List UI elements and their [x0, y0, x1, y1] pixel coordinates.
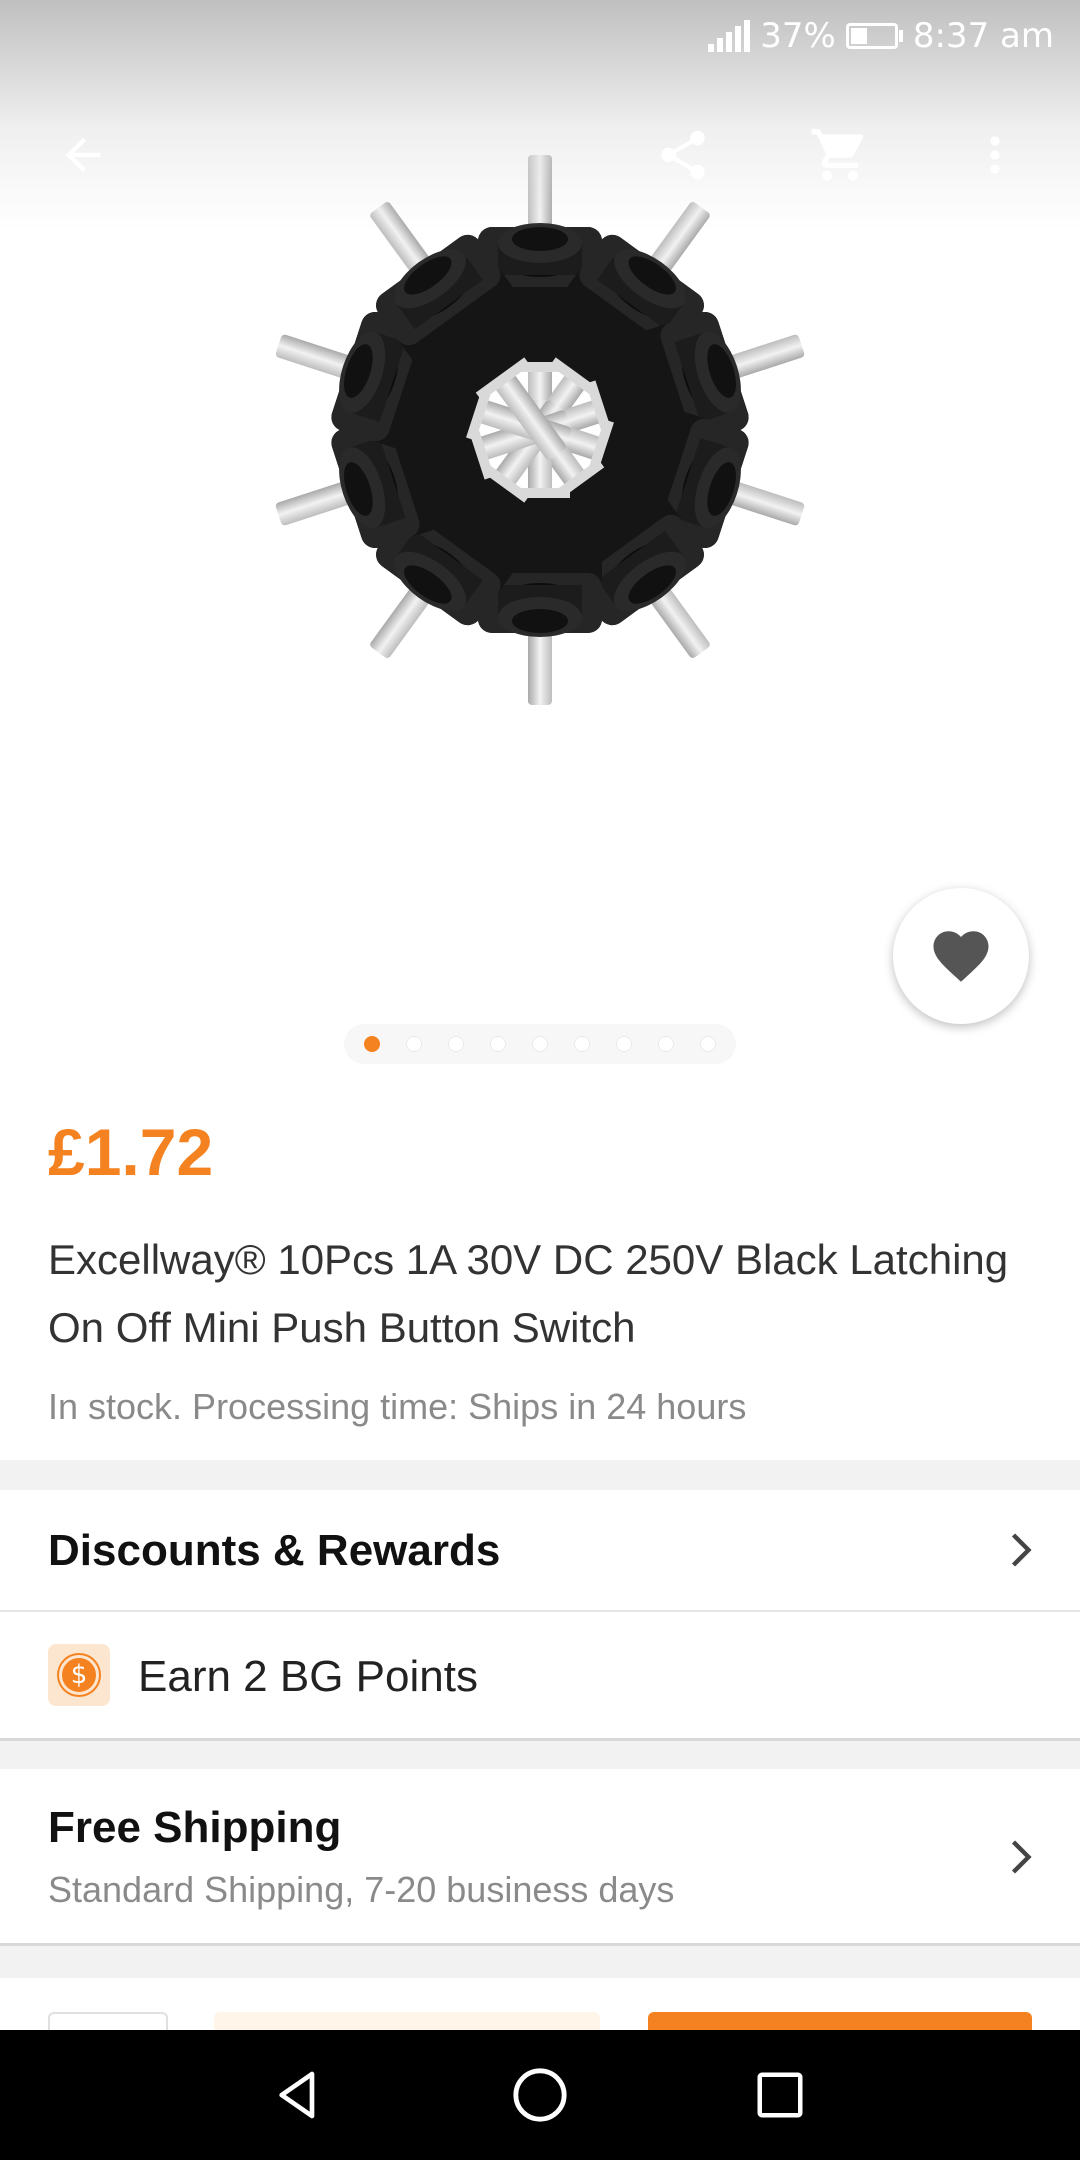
bg-points-icon: $	[48, 1644, 110, 1706]
cart-button[interactable]	[795, 110, 885, 200]
discounts-rewards-label: Discounts & Rewards	[48, 1526, 501, 1575]
circle-home-icon	[513, 2068, 567, 2122]
page-dot[interactable]	[490, 1036, 506, 1052]
clock: 8:37 am	[912, 16, 1054, 56]
more-button[interactable]	[950, 110, 1040, 200]
section-gap	[0, 1741, 1080, 1769]
shipping-label: Free Shipping	[48, 1803, 342, 1852]
arrow-back-icon	[65, 137, 101, 173]
bottom-action-bar	[0, 1978, 1080, 2042]
page-dot[interactable]	[532, 1036, 548, 1052]
page-dot[interactable]	[616, 1036, 632, 1052]
battery-icon	[845, 23, 903, 49]
product-title: Excellway® 10Pcs 1A 30V DC 250V Black La…	[48, 1236, 1009, 1351]
wishlist-button[interactable]	[893, 888, 1029, 1024]
chevron-right-icon	[1011, 1533, 1032, 1567]
product-image-gallery[interactable]: 37% 8:37 am	[0, 0, 1080, 1070]
nav-home-button[interactable]	[500, 2055, 580, 2135]
triangle-back-icon	[279, 2071, 315, 2119]
share-icon	[661, 130, 705, 179]
page-dot[interactable]	[700, 1036, 716, 1052]
section-gap	[0, 1946, 1080, 1978]
discounts-rewards-row[interactable]: Discounts & Rewards	[0, 1490, 1080, 1610]
bg-points-label: Earn 2 BG Points	[138, 1652, 478, 1701]
section-gap	[0, 1460, 1080, 1490]
heart-icon	[933, 931, 989, 982]
image-pagination	[344, 1024, 736, 1064]
battery-percent: 37%	[760, 16, 836, 56]
stock-status: In stock. Processing time: Ships in 24 h…	[48, 1386, 747, 1427]
bg-points-row: $ Earn 2 BG Points	[0, 1612, 1080, 1738]
page-dot[interactable]	[406, 1036, 422, 1052]
page-dot[interactable]	[364, 1036, 380, 1052]
status-bar: 37% 8:37 am	[0, 0, 1080, 72]
back-button[interactable]	[38, 110, 128, 200]
page-dot[interactable]	[658, 1036, 674, 1052]
page-dot[interactable]	[574, 1036, 590, 1052]
toolbar	[0, 110, 1080, 200]
nav-recents-button[interactable]	[740, 2055, 820, 2135]
product-info: £1.72 Excellway® 10Pcs 1A 30V DC 250V Bl…	[0, 1090, 1080, 1460]
more-vert-icon	[990, 136, 1000, 174]
cart-icon	[811, 129, 864, 181]
chevron-right-icon	[1011, 1840, 1032, 1874]
shipping-row[interactable]: Free Shipping Standard Shipping, 7-20 bu…	[0, 1769, 1080, 1943]
shipping-detail: Standard Shipping, 7-20 business days	[48, 1869, 675, 1910]
nav-back-button[interactable]	[258, 2055, 338, 2135]
share-button[interactable]	[638, 110, 728, 200]
page-dot[interactable]	[448, 1036, 464, 1052]
square-recents-icon	[757, 2072, 803, 2118]
system-nav-bar	[0, 2030, 1080, 2160]
product-price: £1.72	[48, 1115, 214, 1189]
signal-icon	[708, 20, 751, 52]
